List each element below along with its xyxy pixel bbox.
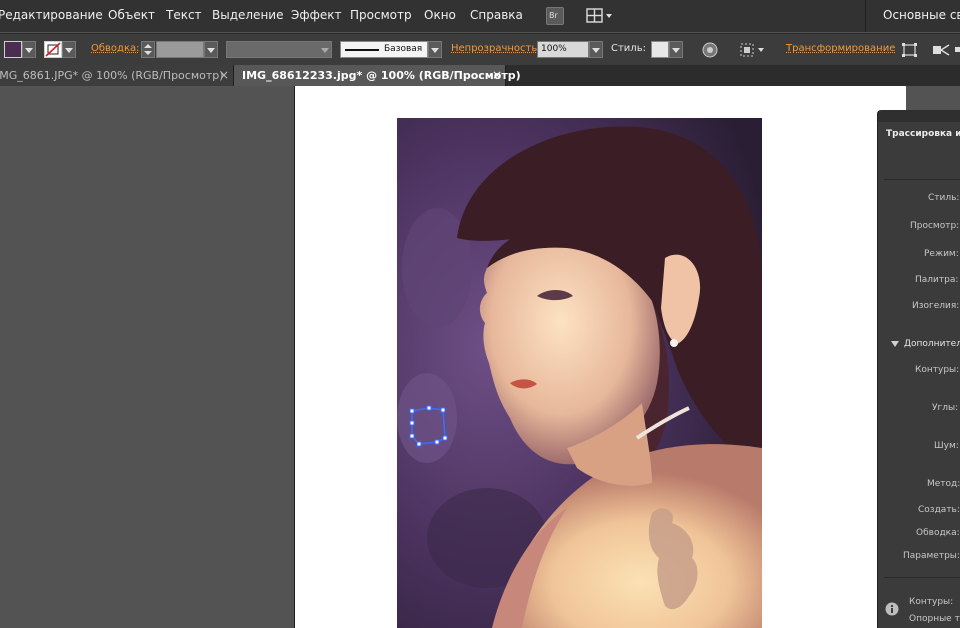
isolate-group-button[interactable] [930, 41, 952, 59]
info-icon [885, 602, 899, 616]
traced-image[interactable] [397, 118, 762, 628]
brush-definition[interactable]: Базовая [340, 41, 428, 58]
trace-stroke-label: Обводка: [916, 528, 960, 538]
menu-type[interactable]: Текст [166, 8, 202, 22]
trace-palette-label: Палитра: [915, 275, 959, 285]
overflow-icon [955, 47, 960, 52]
stroke-dropdown[interactable] [62, 41, 76, 58]
menu-help[interactable]: Справка [470, 8, 523, 22]
chevron-down-icon [431, 48, 439, 53]
tab-label: IMG_68612233.jpg* @ 100% (RGB/Просмотр) [242, 69, 521, 82]
trace-create-label: Создать: [918, 505, 960, 515]
bridge-button[interactable]: Br [546, 7, 564, 25]
bridge-icon: Br [549, 11, 558, 20]
image-trace-panel: Трассировка из Стиль: Просмотр: Режим: П… [877, 110, 960, 628]
color-wheel-icon [702, 42, 718, 58]
trace-isogelia-label: Изогелия: [912, 301, 960, 311]
transform-button[interactable] [900, 41, 920, 59]
fill-dropdown[interactable] [22, 41, 36, 58]
overflow-button[interactable] [955, 41, 960, 59]
isolate-icon [933, 44, 950, 56]
arrange-documents-icon [586, 8, 612, 23]
no-stroke-icon [45, 42, 61, 57]
close-icon[interactable]: × [492, 68, 502, 82]
align-options-button[interactable] [738, 41, 768, 59]
menu-select[interactable]: Выделение [212, 8, 283, 22]
menubar-divider [865, 0, 866, 32]
chevron-down-icon [65, 48, 73, 53]
chevron-down-icon [672, 48, 680, 53]
chevron-down-icon [207, 48, 215, 53]
menu-view[interactable]: Просмотр [350, 8, 412, 22]
menu-object[interactable]: Объект [108, 8, 155, 22]
trace-style-label: Стиль: [928, 193, 960, 203]
stroke-label[interactable]: Обводка: [91, 43, 140, 54]
fill-swatch[interactable] [4, 41, 22, 58]
stroke-weight-dropdown[interactable] [204, 41, 218, 58]
menu-effect[interactable]: Эффект [291, 8, 342, 22]
chevron-down-icon [321, 48, 329, 53]
menu-edit[interactable]: Редактирование [0, 8, 103, 22]
opacity-field[interactable]: 100% [537, 41, 589, 58]
align-selection-icon [740, 43, 764, 57]
close-icon[interactable]: × [219, 68, 229, 82]
panel-title: Трассировка из [886, 129, 960, 139]
stroke-swatch[interactable] [44, 41, 62, 58]
trace-view-label: Просмотр: [910, 221, 960, 231]
traced-portrait-artwork [397, 118, 762, 628]
menu-bar: Редактирование Объект Текст Выделение Эф… [0, 0, 960, 32]
trace-noise-label: Шум: [934, 441, 959, 451]
style-label: Стиль: [611, 43, 646, 54]
recolor-artwork-button[interactable] [700, 41, 720, 59]
trace-method-label: Метод: [927, 479, 960, 489]
graphic-style-swatch[interactable] [651, 41, 669, 58]
document-tabs: IMG_6861.JPG* @ 100% (RGB/Просмотр) × IM… [0, 65, 960, 86]
stroke-weight-stepper[interactable] [141, 41, 155, 58]
brush-dropdown[interactable] [428, 41, 442, 58]
opacity-label[interactable]: Непрозрачность: [451, 43, 541, 54]
tab-document-1[interactable]: IMG_6861.JPG* @ 100% (RGB/Просмотр) × [0, 65, 234, 86]
trace-options-label: Параметры: [903, 551, 960, 561]
info-anchors-label: Опорные т [909, 614, 960, 624]
chevron-down-icon [592, 48, 600, 53]
trace-corners-label: Углы: [932, 403, 959, 413]
panel-divider [884, 179, 960, 180]
panel-divider [884, 577, 960, 578]
opacity-value: 100% [541, 44, 567, 54]
chevron-down-icon [25, 48, 33, 53]
brush-stroke-preview [345, 49, 379, 51]
control-bar: Обводка: Базовая Непрозрачность: 100% Ст… [0, 33, 960, 65]
transform-label[interactable]: Трансформирование [786, 43, 895, 54]
tab-document-2[interactable]: IMG_68612233.jpg* @ 100% (RGB/Просмотр) … [234, 65, 521, 86]
workspace-switcher[interactable]: Основные свед [883, 8, 960, 22]
info-paths-label: Контуры: [909, 597, 954, 607]
opacity-dropdown[interactable] [589, 41, 603, 58]
variable-width-profile[interactable] [226, 41, 332, 58]
brush-label: Базовая [384, 44, 423, 54]
panel-drag-bar[interactable] [878, 110, 960, 122]
stepper-icon [144, 44, 152, 55]
trace-mode-label: Режим: [924, 249, 959, 259]
graphic-style-dropdown[interactable] [669, 41, 683, 58]
tab-label: IMG_6861.JPG* @ 100% (RGB/Просмотр) [0, 69, 224, 82]
stroke-weight-field[interactable] [156, 41, 204, 58]
menu-window[interactable]: Окно [424, 8, 456, 22]
advanced-section-toggle[interactable]: Дополнител [904, 339, 960, 349]
expand-triangle-icon[interactable] [891, 341, 899, 347]
transform-icon [902, 43, 917, 57]
arrange-documents-button[interactable] [586, 6, 614, 26]
trace-paths-label: Контуры: [915, 365, 960, 375]
